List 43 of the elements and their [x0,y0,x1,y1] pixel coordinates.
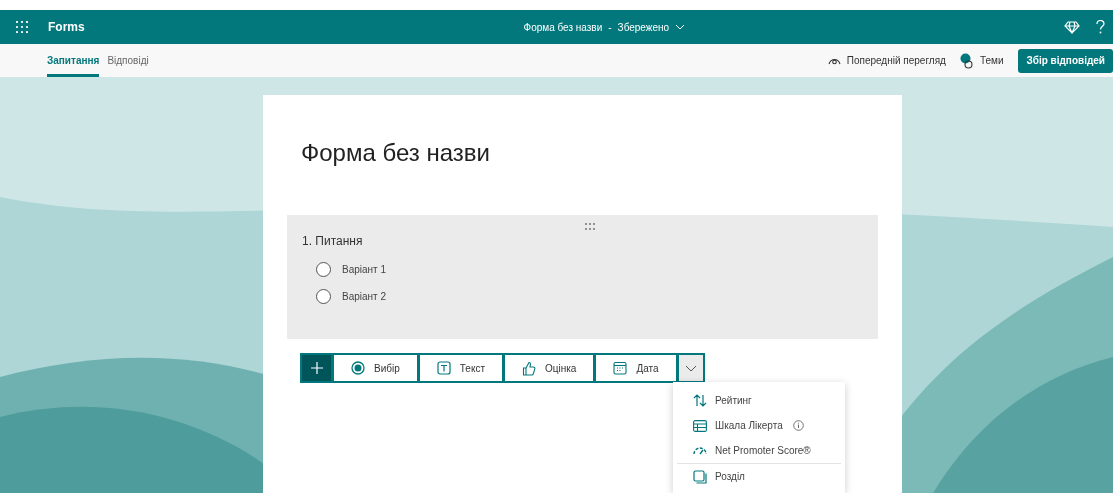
menu-item[interactable]: Шкала Лікерта [677,413,841,438]
add-button[interactable] [302,355,331,381]
radio-button[interactable] [316,289,331,304]
themes-icon [959,52,974,69]
form-title: Форма без назви [523,20,603,35]
separator: - [608,20,612,35]
save-status: Збережено [617,20,670,35]
question-type-button[interactable]: Дата [596,355,676,381]
question-card[interactable]: 1. Питання Варіант 1 Варіант 2 [287,215,878,339]
menu-item[interactable]: Net Promoter Score® [677,438,841,463]
option-label: Варіант 1 [342,263,387,277]
help-icon[interactable] [1096,20,1105,34]
chevron-down-icon[interactable] [675,24,686,30]
chevron-down-icon [684,364,697,372]
question-type-button[interactable]: Вибір [334,355,417,381]
drag-handle-icon[interactable] [585,223,595,230]
preview-button[interactable]: Попередній перегляд [846,53,946,68]
plus-icon [310,362,323,374]
calendar-icon [613,361,628,375]
menu-item[interactable]: Розділ [677,464,841,489]
form-title[interactable]: Форма без назви [287,135,878,171]
question-type-button[interactable]: Оцінка [504,355,594,381]
text-icon [436,361,451,375]
eye-icon [827,56,841,65]
info-icon [792,420,804,431]
radio-button[interactable] [316,262,331,277]
more-types-button[interactable] [678,355,703,381]
thumb-icon [521,360,536,376]
section-icon [693,469,707,484]
question-title: 1. Питання [302,233,364,250]
tab[interactable]: Відповіді [107,44,149,77]
up-down-arrows-icon [693,394,707,407]
app-name[interactable]: Forms [48,18,85,36]
collect-responses-button[interactable]: Збір відповідей [1018,48,1113,73]
themes-button[interactable]: Теми [979,53,1004,68]
diamond-icon[interactable] [1064,20,1080,34]
radio-icon [351,361,365,375]
app-launcher-icon[interactable] [16,21,28,33]
grid-icon [693,419,707,432]
option-label: Варіант 2 [342,290,387,304]
menu-item[interactable]: Рейтинг [677,388,841,413]
question-type-button[interactable]: Текст [419,355,502,381]
gauge-icon [693,445,707,456]
